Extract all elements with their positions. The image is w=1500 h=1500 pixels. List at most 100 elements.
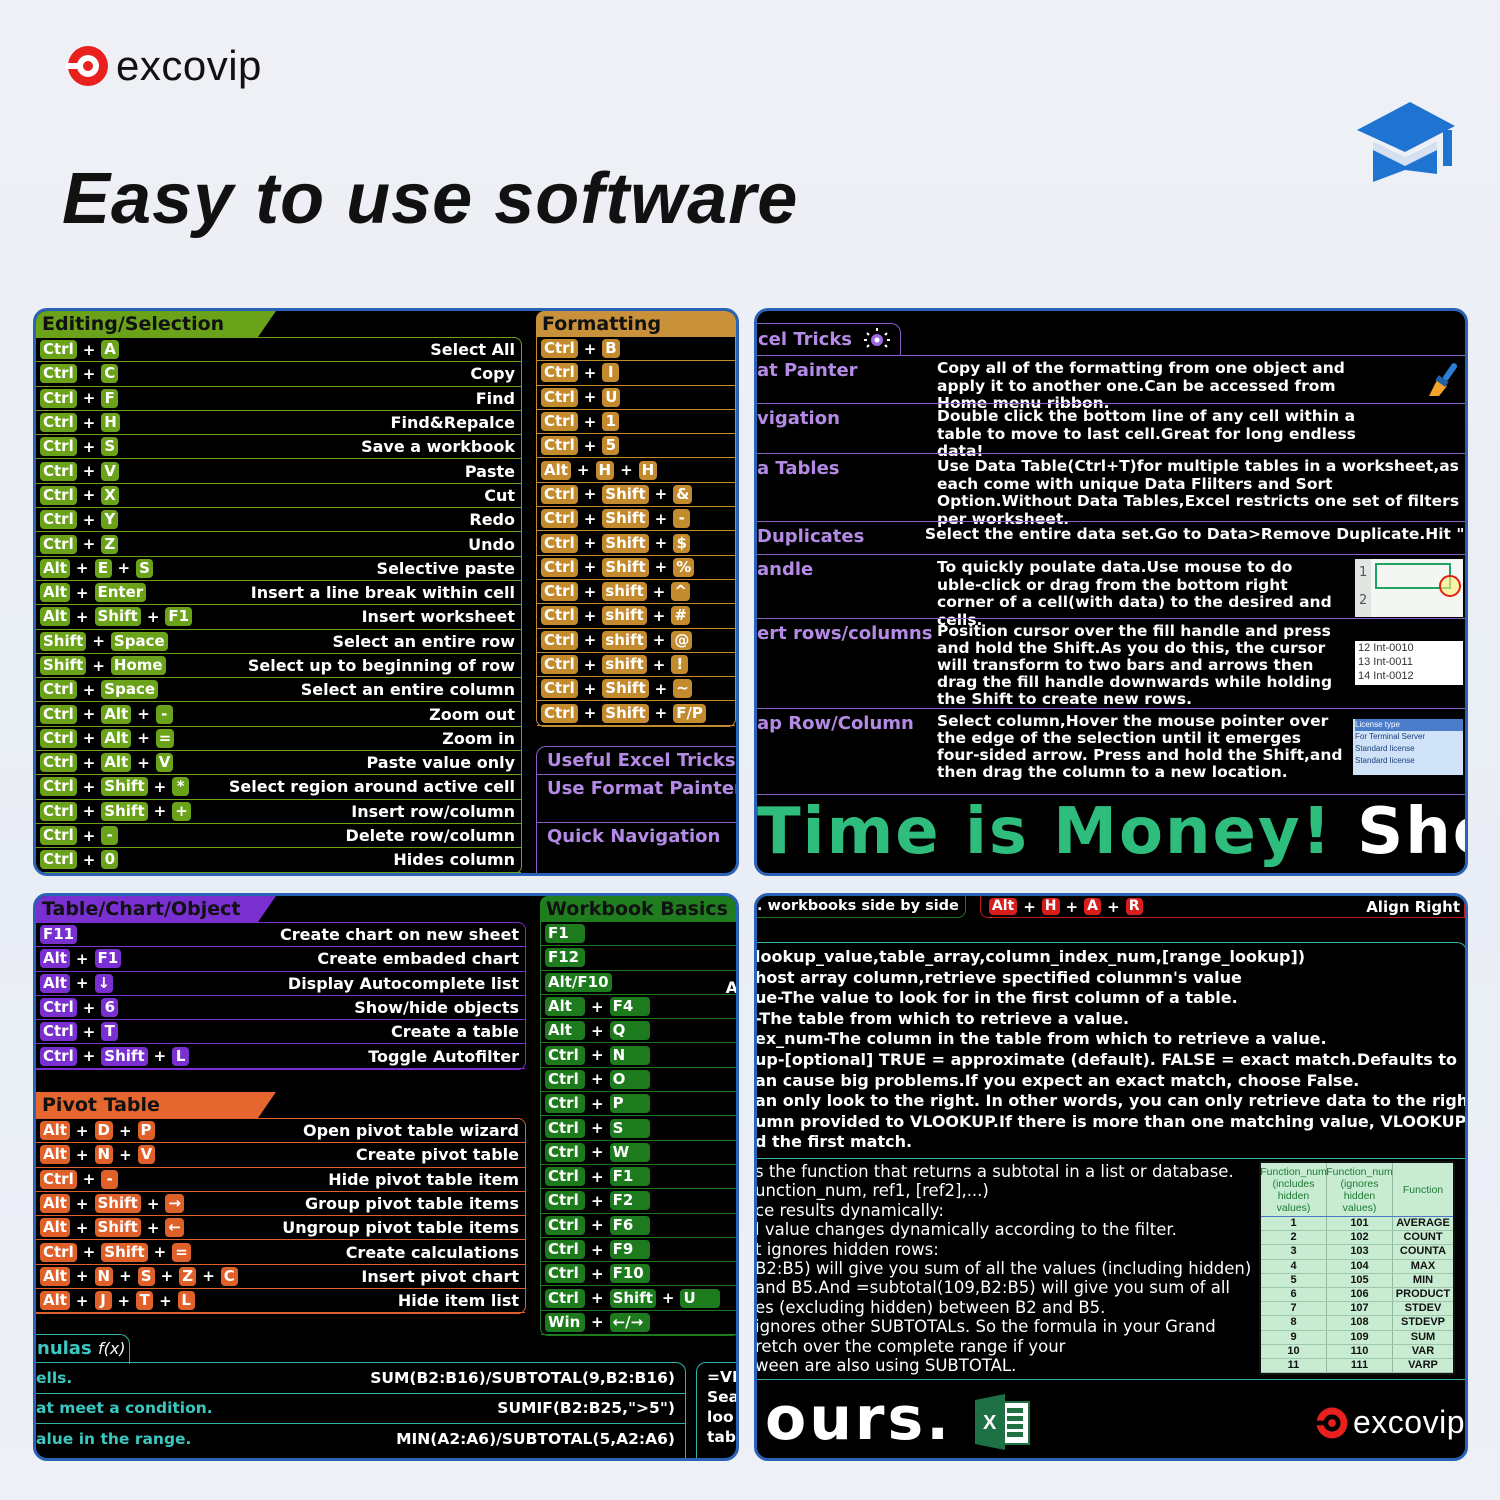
- shortcut-keys: Ctrl + -: [40, 1169, 119, 1189]
- shortcut-keys: Alt + F1: [40, 949, 122, 969]
- key-cap: Ctrl: [541, 582, 578, 602]
- function-table-cell: PRODUCT: [1395, 1287, 1451, 1300]
- plus-sign: +: [92, 632, 105, 651]
- shortcut-keys: Ctrl + Shift +%: [541, 557, 695, 577]
- plus-sign: +: [591, 1289, 604, 1308]
- key-cap: Ctrl: [40, 680, 77, 700]
- plus-sign: +: [82, 802, 96, 821]
- shortcut-row: Ctrl +5: [537, 434, 735, 459]
- formulas-table: ells. SUM(B2:B16)/SUBTOTAL(9,B2:B16) at …: [36, 1362, 686, 1458]
- key-cap: =: [172, 1242, 191, 1262]
- key-cap: Ctrl: [40, 364, 77, 384]
- plus-sign: +: [82, 462, 96, 481]
- shortcut-keys: Ctrl + P: [545, 1094, 650, 1114]
- plus-sign: +: [82, 510, 96, 529]
- key-cap: U: [602, 387, 621, 407]
- key-cap: Alt: [40, 583, 70, 603]
- plus-sign: +: [583, 436, 597, 455]
- shortcut-keys: Ctrl + Shift + F/P: [541, 703, 706, 723]
- formatting-section-title: Formatting: [536, 311, 736, 337]
- key-cap: Ctrl: [545, 1240, 585, 1259]
- key-cap: V: [155, 753, 174, 773]
- shortcut-row: Ctrl + shift + @: [537, 629, 735, 653]
- key-cap: Alt: [101, 728, 132, 748]
- graduation-cap-icon: [1357, 102, 1455, 182]
- plus-sign: +: [82, 389, 96, 408]
- shortcut-row: Alt + ↓ Display Autocomplete list: [36, 972, 525, 996]
- shortcut-row: Alt + H + H: [537, 458, 735, 483]
- shortcut-desc: Undo: [468, 534, 515, 554]
- plus-sign: +: [146, 607, 160, 626]
- plus-sign: +: [583, 679, 597, 698]
- trick-row: at Painter Copy all of the formatting fr…: [757, 355, 1465, 412]
- key-cap: Ctrl: [40, 753, 77, 773]
- shortcut-desc: Insert worksheet: [361, 607, 515, 627]
- key-cap: Ctrl: [40, 1242, 77, 1262]
- function-table-cell: 5: [1261, 1273, 1327, 1287]
- shortcut-keys: F11: [40, 925, 78, 945]
- shortcut-row: Ctrl +0 Hides column: [36, 848, 521, 873]
- shortcut-desc: Create calculations: [345, 1242, 519, 1262]
- key-cap: %: [673, 557, 695, 577]
- key-cap: 6: [101, 998, 119, 1018]
- key-cap: H: [595, 460, 615, 480]
- shortcut-keys: Ctrl + V: [40, 461, 119, 481]
- key-cap: R: [1125, 898, 1143, 915]
- slogan-tail: ours.: [765, 1384, 953, 1454]
- plus-sign: +: [620, 461, 633, 480]
- shortcut-keys: Ctrl + F6: [545, 1215, 650, 1235]
- key-cap: Home: [110, 656, 166, 675]
- shortcut-desc: Ungroup pivot table items: [282, 1218, 519, 1238]
- shortcut-keys: Ctrl + Shift + &: [541, 484, 693, 504]
- plus-sign: +: [654, 509, 668, 528]
- plus-sign: +: [153, 1047, 167, 1066]
- function-icon: f(x): [97, 1339, 126, 1358]
- slogan-green: Time is Money!: [757, 795, 1333, 869]
- plus-sign: +: [591, 1240, 604, 1259]
- shortcut-desc: Group pivot table items: [305, 1194, 519, 1214]
- trick-desc: Position cursor over the fill handle and…: [937, 622, 1333, 708]
- shortcut-keys: Ctrl + X: [40, 485, 119, 505]
- trick-name: vigation: [757, 408, 840, 429]
- key-cap: Shift: [101, 777, 148, 797]
- function-table-cell: 108: [1327, 1316, 1393, 1330]
- plus-sign: +: [652, 606, 666, 625]
- key-cap: F1: [609, 1167, 650, 1187]
- plus-sign: +: [75, 1145, 89, 1164]
- shortcut-row: Alt + F1 Create embaded chart: [36, 947, 525, 972]
- plus-sign: +: [1107, 897, 1120, 916]
- shortcut-desc: Hide pivot table item: [328, 1169, 519, 1189]
- function-table-row: 11 111 VARP: [1261, 1358, 1453, 1374]
- key-cap: Y: [101, 510, 119, 530]
- plus-sign: +: [583, 631, 597, 650]
- shortcut-row: Ctrl + Shift + U: [541, 1286, 736, 1311]
- page-title: Easy to use software: [62, 159, 799, 239]
- workbook-section: Workbook Basics F1 F12 Alt/F10 Alt + F4 Alt + Q C…: [540, 896, 736, 1337]
- key-cap: C: [220, 1266, 238, 1286]
- side-by-side-label: . workbooks side by side: [757, 896, 966, 918]
- key-cap: Enter: [94, 583, 147, 603]
- key-cap: N: [94, 1145, 114, 1165]
- trick-row: Duplicates Select the entire data set.Go…: [757, 521, 1465, 554]
- key-cap: Ctrl: [545, 1167, 585, 1187]
- key-cap: Alt: [988, 898, 1018, 915]
- shortcut-row: F12: [541, 946, 736, 971]
- key-cap: shift: [602, 582, 647, 602]
- key-cap: F: [101, 388, 119, 408]
- shortcut-desc: Insert pivot chart: [361, 1266, 519, 1286]
- key-cap: Ctrl: [40, 998, 77, 1018]
- key-cap: -: [155, 704, 173, 724]
- vlookup-description: lookup_value,table_array,column_index_nu…: [757, 942, 1465, 1156]
- key-cap: Alt: [40, 1266, 70, 1286]
- key-cap: Ctrl: [545, 1215, 585, 1235]
- key-cap: Alt: [40, 558, 70, 578]
- plus-sign: +: [75, 1121, 89, 1140]
- function-table-cell: COUNT: [1403, 1231, 1443, 1244]
- shortcut-desc: Hide item list: [397, 1291, 519, 1311]
- plus-sign: +: [591, 1167, 604, 1186]
- key-cap: ←: [165, 1218, 184, 1238]
- key-cap: J: [94, 1291, 112, 1311]
- function-table-cell: STDEV: [1404, 1302, 1442, 1315]
- key-cap: E: [94, 558, 112, 578]
- function-table-cell: 110: [1327, 1344, 1393, 1358]
